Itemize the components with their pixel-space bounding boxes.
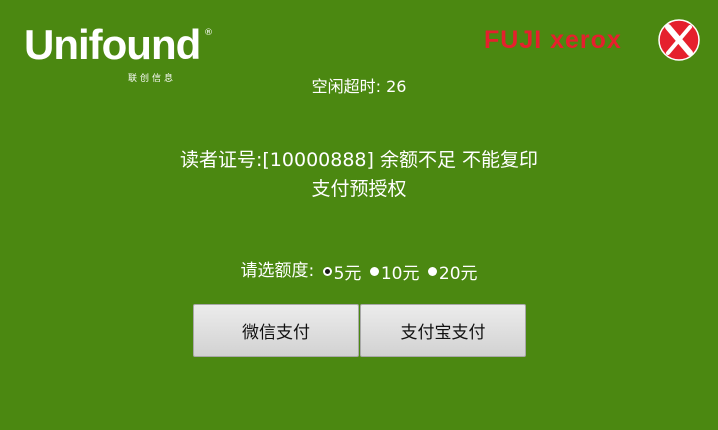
fuji-xerox-logo-text: FUJI xerox [484,26,622,54]
registered-mark: ® [204,28,213,38]
preauthorization-text: 支付预授权 [311,178,407,200]
fuji-xerox-logo: FUJI xerox [484,18,702,62]
payment-buttons: 微信支付 支付宝支付 [193,304,527,357]
unifound-logo-text: Unifound [24,21,201,68]
idle-timeout: 空闲超时: 26 [0,73,718,97]
radio-selected-icon[interactable] [322,267,332,276]
insufficient-balance-text: 读者证号:[10000888] 余额不足 不能复印 [179,149,538,171]
idle-timeout-value: 26 [386,77,407,96]
status-message: 读者证号:[10000888] 余额不足 不能复印 支付预授权 [0,146,718,204]
amount-option-label: 5元 [333,264,362,284]
amount-option-label: 10元 [380,264,420,284]
fuji-xerox-sphere-icon [658,19,700,61]
amount-option-5[interactable]: 5元 [322,259,362,284]
amount-option-10[interactable]: 10元 [369,259,420,284]
wechat-pay-button[interactable]: 微信支付 [193,304,359,357]
alipay-button[interactable]: 支付宝支付 [360,304,526,357]
radio-icon[interactable] [369,267,379,276]
radio-icon[interactable] [427,267,437,276]
amount-option-label: 20元 [438,264,478,284]
amount-label: 请选额度: [240,261,315,281]
amount-option-20[interactable]: 20元 [427,259,478,284]
idle-timeout-label: 空闲超时: [311,77,381,96]
amount-selector: 请选额度: 5元 10元 20元 [0,256,718,284]
